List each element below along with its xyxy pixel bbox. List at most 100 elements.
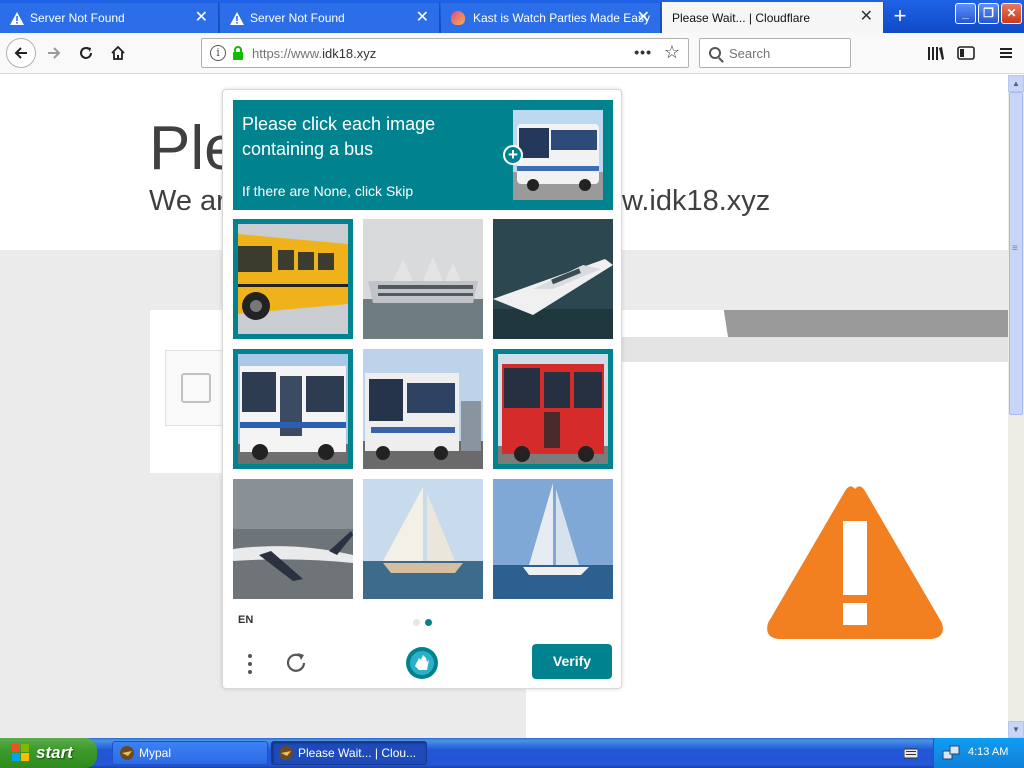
windows-logo-icon: [12, 744, 30, 762]
tab-title: Server Not Found: [30, 11, 125, 25]
home-icon: [111, 45, 125, 60]
tab-server-not-found-2[interactable]: Server Not Found ✕: [220, 3, 440, 33]
arrow-right-icon: [48, 47, 61, 59]
tab-title: Kast is Watch Parties Made Easy: [473, 11, 650, 25]
tab-kast[interactable]: Kast is Watch Parties Made Easy ✕: [441, 3, 661, 33]
minimize-button[interactable]: _: [955, 3, 976, 24]
page-subtitle-domain: w.idk18.xyz: [622, 185, 771, 217]
airplane-image: [233, 479, 353, 599]
tab-title: Please Wait... | Cloudflare: [672, 10, 811, 25]
search-input[interactable]: Search: [699, 38, 851, 68]
sidebar-button[interactable]: [952, 39, 980, 67]
start-label: start: [36, 743, 73, 762]
url-text[interactable]: https://www.idk18.xyz: [252, 46, 376, 61]
taskbar-item-mypal[interactable]: Mypal: [112, 741, 268, 765]
scroll-up-arrow[interactable]: ▲: [1008, 75, 1024, 92]
dot: [248, 670, 252, 674]
search-placeholder: Search: [729, 45, 771, 61]
page-subtitle: We ar: [149, 185, 226, 217]
more-options-button[interactable]: [241, 652, 259, 676]
close-tab-icon[interactable]: ✕: [195, 10, 208, 26]
captcha-tile-2[interactable]: [363, 219, 483, 339]
network-icon[interactable]: [942, 745, 960, 761]
captcha-tile-4[interactable]: [233, 349, 353, 469]
captcha-tile-9[interactable]: [493, 479, 613, 599]
language-selector[interactable]: EN: [238, 614, 253, 626]
cruise-ship-image: [363, 219, 483, 339]
captcha-tile-6[interactable]: [493, 349, 613, 469]
sidebar-icon: [957, 46, 975, 60]
forward-button[interactable]: [40, 39, 68, 67]
keyboard-icon[interactable]: [904, 747, 918, 759]
captcha-tile-3[interactable]: [493, 219, 613, 339]
windows-taskbar: start Mypal Please Wait... | Clou... 4:1…: [0, 738, 1024, 768]
red-bus-image: [498, 354, 608, 464]
reload-button[interactable]: [72, 39, 100, 67]
scrollbar-thumb[interactable]: [1009, 92, 1023, 415]
sailboat-image: [363, 479, 483, 599]
mypal-icon: [120, 746, 134, 760]
address-bar[interactable]: i https://www.idk18.xyz ••• ☆: [201, 38, 689, 68]
back-button[interactable]: [6, 38, 36, 68]
mypal-icon: [279, 746, 293, 760]
sailboat-image: [493, 479, 613, 599]
tab-cloudflare[interactable]: Please Wait... | Cloudflare ✕: [662, 2, 884, 33]
captcha-tile-8[interactable]: [363, 479, 483, 599]
white-bus-front-image: [363, 349, 483, 469]
page-actions-button[interactable]: •••: [634, 44, 652, 60]
captcha-prompt: Please click each image containing a bus: [242, 114, 436, 159]
library-icon: [928, 47, 944, 60]
alert-triangle-icon: [767, 486, 943, 639]
maximize-button[interactable]: ❐: [978, 3, 999, 24]
hamburger-menu-icon: [1000, 48, 1012, 58]
close-tab-icon[interactable]: ✕: [860, 9, 873, 25]
page-dot-2: [425, 619, 432, 626]
scroll-down-arrow[interactable]: ▼: [1008, 721, 1024, 738]
tab-server-not-found-1[interactable]: Server Not Found ✕: [0, 3, 219, 33]
system-tray: 4:13 AM: [933, 738, 1024, 768]
navigation-toolbar: i https://www.idk18.xyz ••• ☆ Search: [0, 33, 1024, 74]
human-checkbox[interactable]: [181, 373, 211, 403]
school-bus-image: [238, 224, 348, 334]
close-window-button[interactable]: ✕: [1001, 3, 1022, 24]
captcha-hint: If there are None, click Skip: [242, 183, 414, 199]
task-label: Please Wait... | Clou...: [298, 746, 417, 760]
progress-strip: [622, 310, 1008, 337]
motor-yacht-image: [493, 219, 613, 339]
page-indicator: [413, 619, 443, 627]
tab-strip: Server Not Found ✕ Server Not Found ✕ Ka…: [0, 0, 1024, 33]
start-button[interactable]: start: [0, 738, 97, 768]
verify-button[interactable]: Verify: [532, 644, 612, 679]
captcha-tile-7[interactable]: [233, 479, 353, 599]
reload-icon: [80, 47, 92, 59]
progress-strip-base: [622, 337, 1008, 362]
menu-button[interactable]: [992, 39, 1020, 67]
white-bus-image: [238, 354, 348, 464]
url-scheme: https://www.: [252, 45, 323, 61]
info-icon[interactable]: i: [210, 45, 226, 61]
dot: [248, 662, 252, 666]
example-bus-image: [513, 110, 603, 200]
lock-icon[interactable]: [232, 46, 244, 60]
close-tab-icon[interactable]: ✕: [416, 10, 429, 26]
hcaptcha-logo-icon: [406, 647, 438, 679]
bookmark-star-icon[interactable]: ☆: [664, 42, 680, 63]
library-button[interactable]: [922, 39, 950, 67]
vertical-scrollbar[interactable]: ▲ ▼: [1008, 75, 1024, 738]
taskbar-item-please-wait[interactable]: Please Wait... | Clou...: [271, 741, 427, 765]
example-zoom-plus-icon[interactable]: +: [503, 145, 523, 165]
captcha-challenge-dialog: Please click each image containing a bus…: [222, 89, 622, 689]
url-host: idk18.xyz: [322, 45, 377, 61]
home-button[interactable]: [104, 39, 132, 67]
refresh-icon[interactable]: [282, 649, 310, 677]
clock: 4:13 AM: [968, 746, 1009, 758]
new-tab-button[interactable]: +: [886, 5, 914, 29]
captcha-tile-5[interactable]: [363, 349, 483, 469]
captcha-header: Please click each image containing a bus…: [233, 100, 613, 210]
captcha-tile-1[interactable]: [233, 219, 353, 339]
search-icon: [709, 47, 721, 59]
arrow-left-icon: [14, 47, 27, 59]
warning-icon: [10, 11, 24, 25]
warning-icon: [230, 11, 244, 25]
close-tab-icon[interactable]: ✕: [637, 10, 650, 26]
